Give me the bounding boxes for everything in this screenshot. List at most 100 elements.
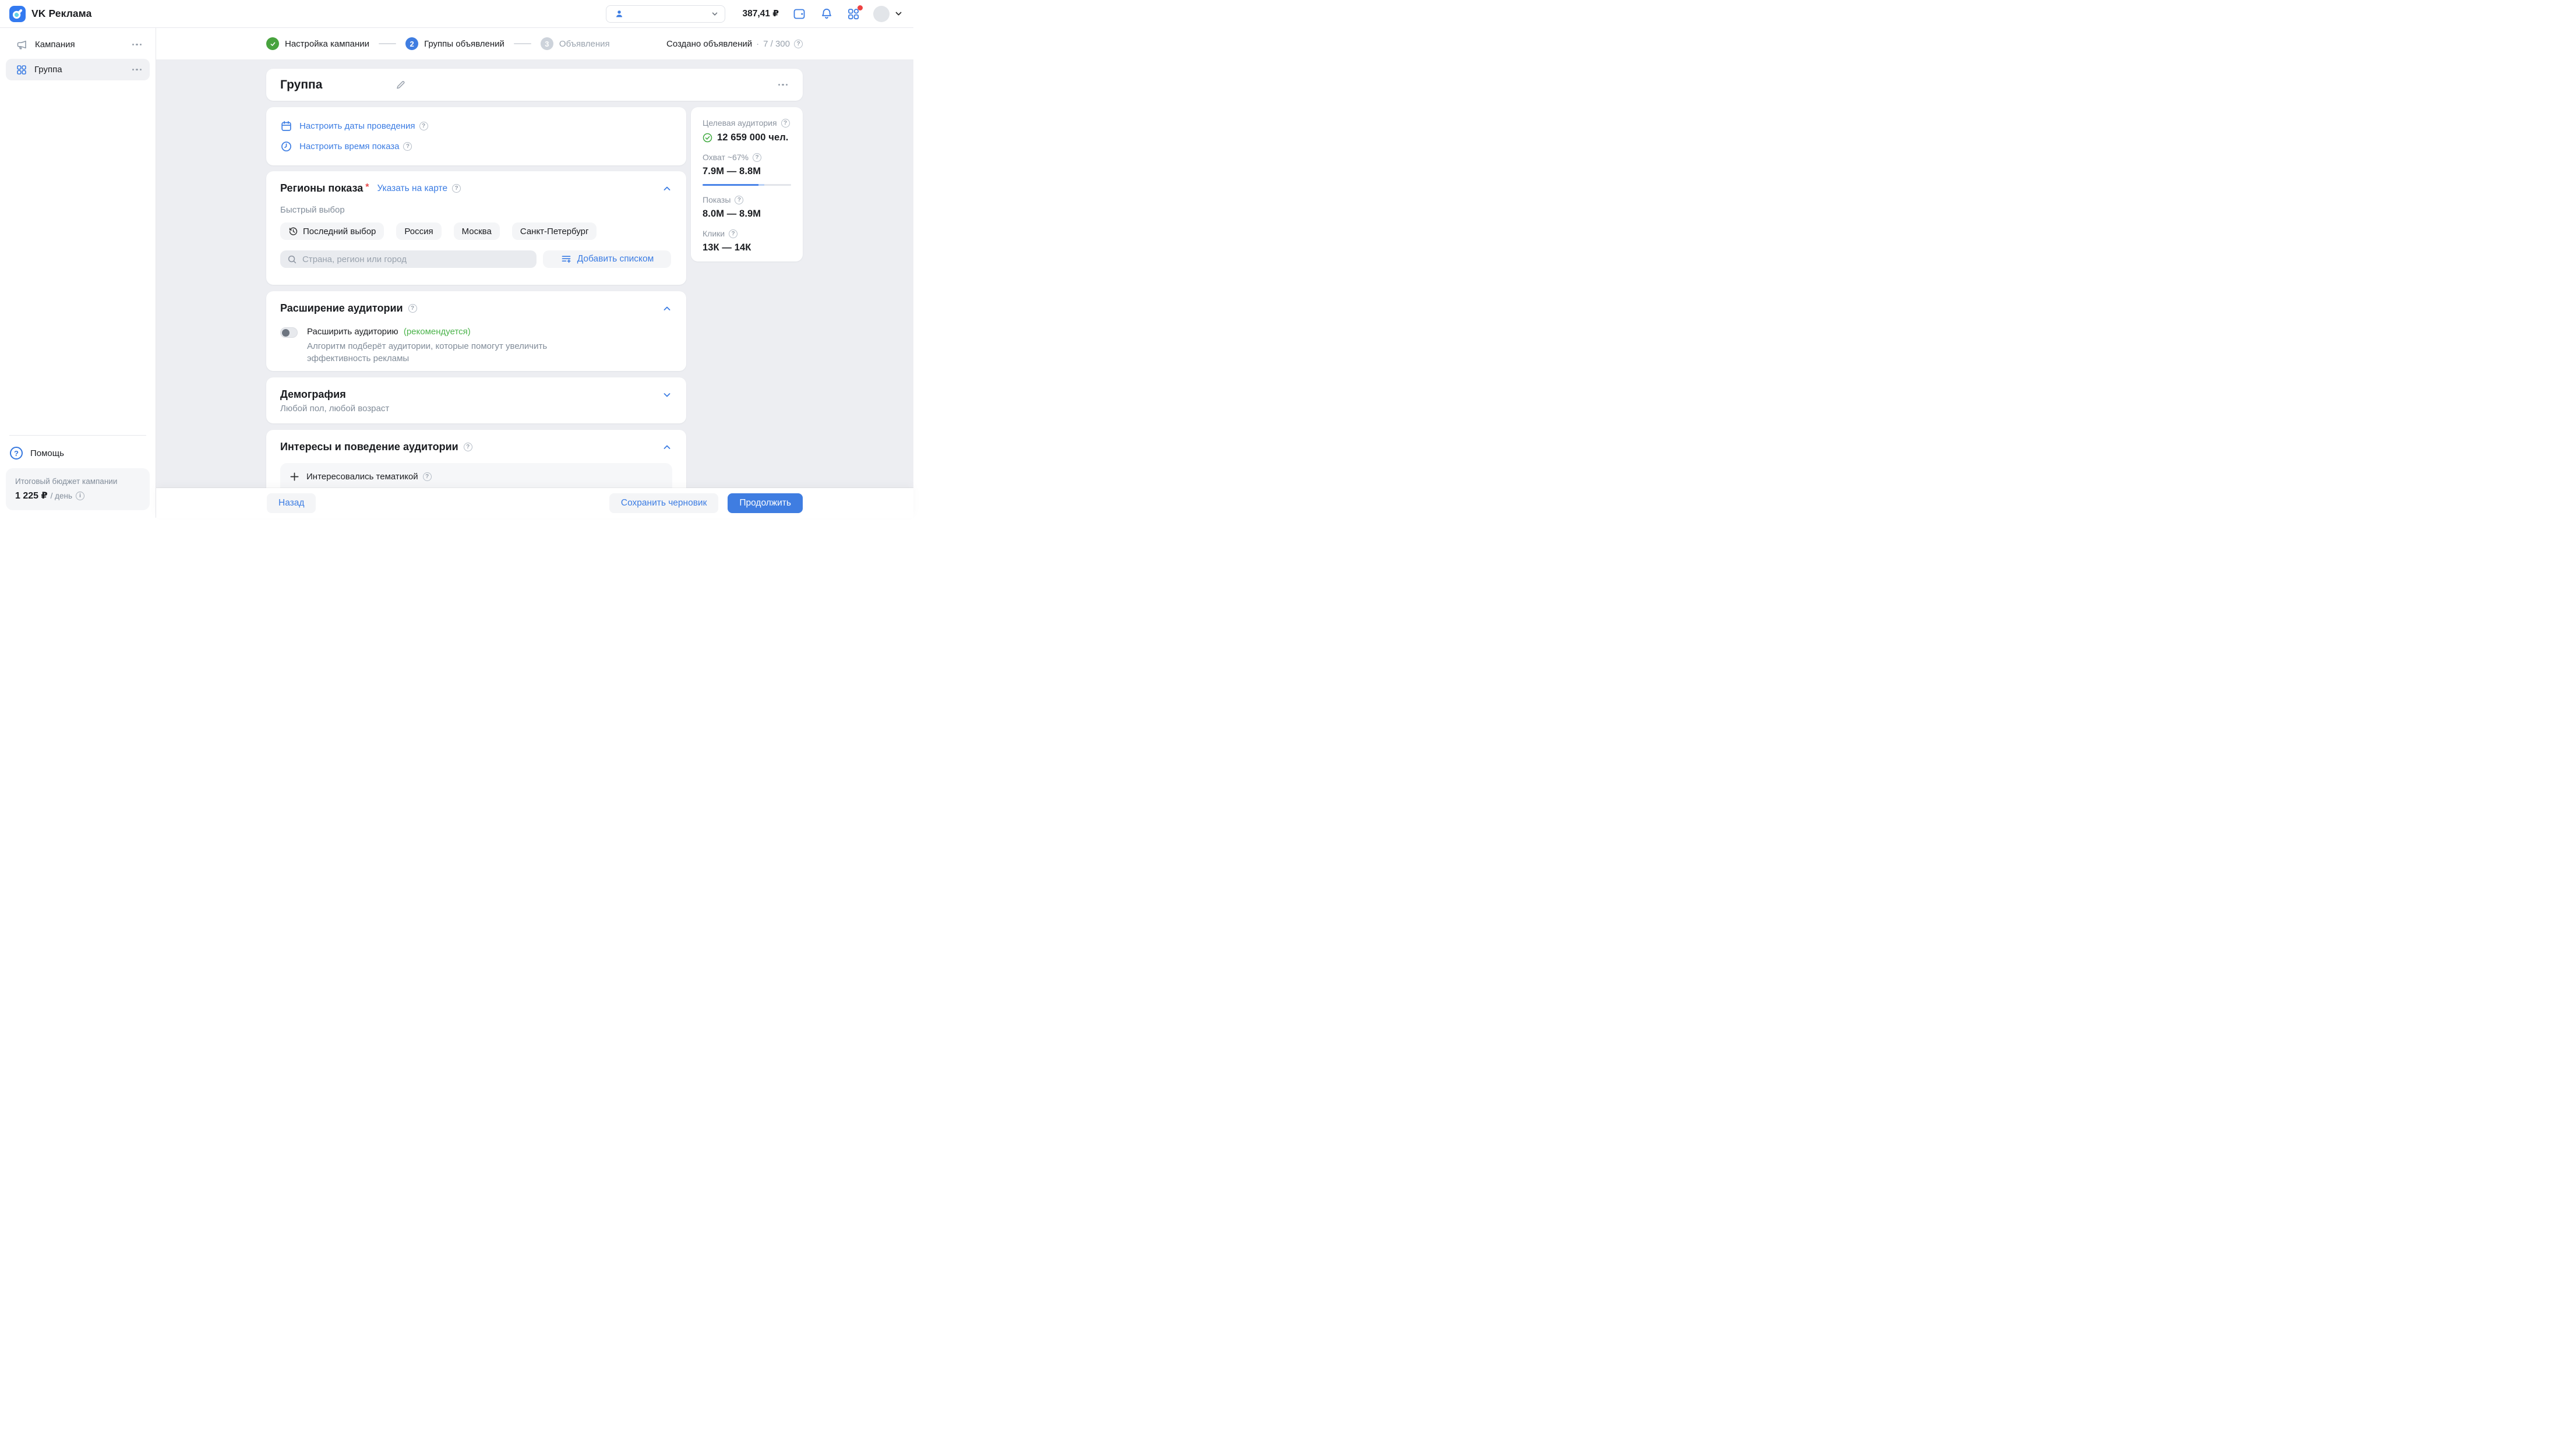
expansion-title: Расширение аудитории <box>280 302 403 314</box>
help-button[interactable]: ? Помощь <box>0 443 156 464</box>
sidebar-item-label: Кампания <box>35 40 75 50</box>
profile-menu-button[interactable] <box>894 9 903 18</box>
interested-in-topic-row[interactable]: Интересовались тематикой ? <box>280 463 672 488</box>
person-icon <box>615 9 624 19</box>
notifications-button[interactable] <box>820 7 834 21</box>
step-done-check-icon <box>266 37 279 50</box>
required-mark: * <box>365 182 369 193</box>
sidebar-item-group[interactable]: Группа <box>6 59 150 80</box>
chevron-down-icon <box>711 10 719 18</box>
audience-value: 12 659 000 чел. <box>717 132 789 143</box>
reach-bar-light <box>758 184 765 186</box>
campaign-menu-button[interactable] <box>131 41 143 48</box>
quick-select-label: Быстрый выбор <box>280 205 672 215</box>
regions-collapse-button[interactable] <box>662 183 672 194</box>
add-list-button[interactable]: Добавить списком <box>543 250 671 268</box>
setup-dates-link[interactable]: Настроить даты проведения <box>299 121 415 131</box>
expansion-help-icon[interactable]: ? <box>408 304 417 313</box>
budget-info-icon[interactable]: i <box>76 492 84 500</box>
chevron-down-icon <box>894 9 903 18</box>
step-number: 3 <box>541 37 553 50</box>
group-title: Группа <box>280 78 322 92</box>
stepper-bar: Настройка кампании 2 Группы объявлений 3… <box>156 28 913 59</box>
services-button[interactable] <box>846 7 860 21</box>
chip-spb[interactable]: Санкт-Петербург <box>512 222 597 240</box>
wallet-icon <box>792 7 807 21</box>
continue-button[interactable]: Продолжить <box>728 493 803 513</box>
chevron-down-icon <box>662 390 672 400</box>
dates-help-icon[interactable]: ? <box>419 122 428 130</box>
balance: 387,41 ₽ <box>743 8 779 19</box>
demography-subtitle: Любой пол, любой возраст <box>280 404 672 414</box>
brand: VK Реклама <box>9 6 91 22</box>
group-menu-button[interactable] <box>131 66 143 73</box>
check-circle-icon <box>703 133 712 143</box>
main-area: Настройка кампании 2 Группы объявлений 3… <box>156 28 913 518</box>
group-header-card: Группа <box>266 69 803 101</box>
schedule-card: Настроить даты проведения ? Настроить вр… <box>266 107 686 165</box>
impressions-help-icon[interactable]: ? <box>735 196 743 204</box>
interests-help-icon[interactable]: ? <box>464 443 472 451</box>
region-chips: Последний выбор Россия Москва Санкт-Пете… <box>280 222 672 240</box>
group-card-menu-button[interactable] <box>777 82 789 89</box>
step-ads[interactable]: 3 Объявления <box>541 37 610 50</box>
reach-label: Охват ~67% <box>703 153 749 162</box>
sidebar-divider <box>9 435 146 436</box>
clicks-help-icon[interactable]: ? <box>729 229 737 238</box>
back-button[interactable]: Назад <box>267 493 316 513</box>
audience-expansion-card: Расширение аудитории ? Расширить аудитор… <box>266 291 686 371</box>
reach-bar-solid <box>703 184 758 186</box>
step-label: Объявления <box>559 39 610 49</box>
interest-help-icon[interactable]: ? <box>423 472 432 481</box>
map-link[interactable]: Указать на карте <box>377 183 447 194</box>
demography-card: Демография Любой пол, любой возраст <box>266 377 686 423</box>
edit-group-name-button[interactable] <box>395 79 406 90</box>
wallet-button[interactable] <box>792 7 807 21</box>
expand-audience-toggle[interactable] <box>280 327 298 338</box>
regions-help-icon[interactable]: ? <box>452 184 461 193</box>
pencil-icon <box>395 79 406 90</box>
chip-moscow[interactable]: Москва <box>454 222 500 240</box>
history-icon <box>288 227 298 236</box>
sidebar-item-campaign[interactable]: Кампания <box>6 34 150 55</box>
audience-help-icon[interactable]: ? <box>781 119 790 128</box>
stepper: Настройка кампании 2 Группы объявлений 3… <box>266 28 610 59</box>
interests-collapse-button[interactable] <box>662 442 672 453</box>
save-draft-button[interactable]: Сохранить черновик <box>609 493 719 513</box>
chevron-up-icon <box>662 183 672 194</box>
interests-title: Интересы и поведение аудитории <box>280 441 458 453</box>
step-ad-groups[interactable]: 2 Группы объявлений <box>405 37 504 50</box>
time-help-icon[interactable]: ? <box>403 142 412 151</box>
toggle-label: Расширить аудиторию <box>307 327 398 337</box>
help-label: Помощь <box>30 448 64 458</box>
chip-russia[interactable]: Россия <box>396 222 441 240</box>
expansion-collapse-button[interactable] <box>662 303 672 314</box>
megaphone-icon <box>16 38 28 51</box>
topbar: VK Реклама 387,41 ₽ <box>0 0 913 28</box>
created-ads-help-icon[interactable]: ? <box>794 40 803 48</box>
created-ads-count: 7 / 300 <box>763 39 790 49</box>
chevron-up-icon <box>662 303 672 314</box>
account-dropdown[interactable] <box>606 5 725 23</box>
impressions-value: 8.0M — 8.9M <box>703 208 791 220</box>
interests-card: Интересы и поведение аудитории ? Интерес… <box>266 430 686 488</box>
toggle-description: Алгоритм подберёт аудитории, которые пом… <box>307 340 610 365</box>
demography-expand-button[interactable] <box>662 390 672 400</box>
reach-progress-bar <box>703 184 791 186</box>
reach-help-icon[interactable]: ? <box>753 153 761 162</box>
region-search-input[interactable] <box>302 255 530 264</box>
created-ads-separator: · <box>756 39 759 49</box>
vk-ads-logo-icon <box>9 6 26 22</box>
interest-row-label: Интересовались тематикой <box>306 472 418 482</box>
brand-name: VK Реклама <box>31 8 91 20</box>
created-ads-counter: Создано объявлений · 7 / 300 ? <box>666 28 803 59</box>
setup-time-link[interactable]: Настроить время показа <box>299 142 399 151</box>
chip-last-selection[interactable]: Последний выбор <box>280 222 384 240</box>
created-ads-label: Создано объявлений <box>666 39 752 49</box>
calendar-icon <box>280 120 292 132</box>
sidebar: Кампания Группа ? Помощь Итоговый бюджет… <box>0 28 156 518</box>
avatar[interactable] <box>873 6 890 22</box>
chip-label: Санкт-Петербург <box>520 227 589 236</box>
topbar-right: 387,41 ₽ <box>606 5 904 23</box>
step-campaign-settings[interactable]: Настройка кампании <box>266 37 369 50</box>
